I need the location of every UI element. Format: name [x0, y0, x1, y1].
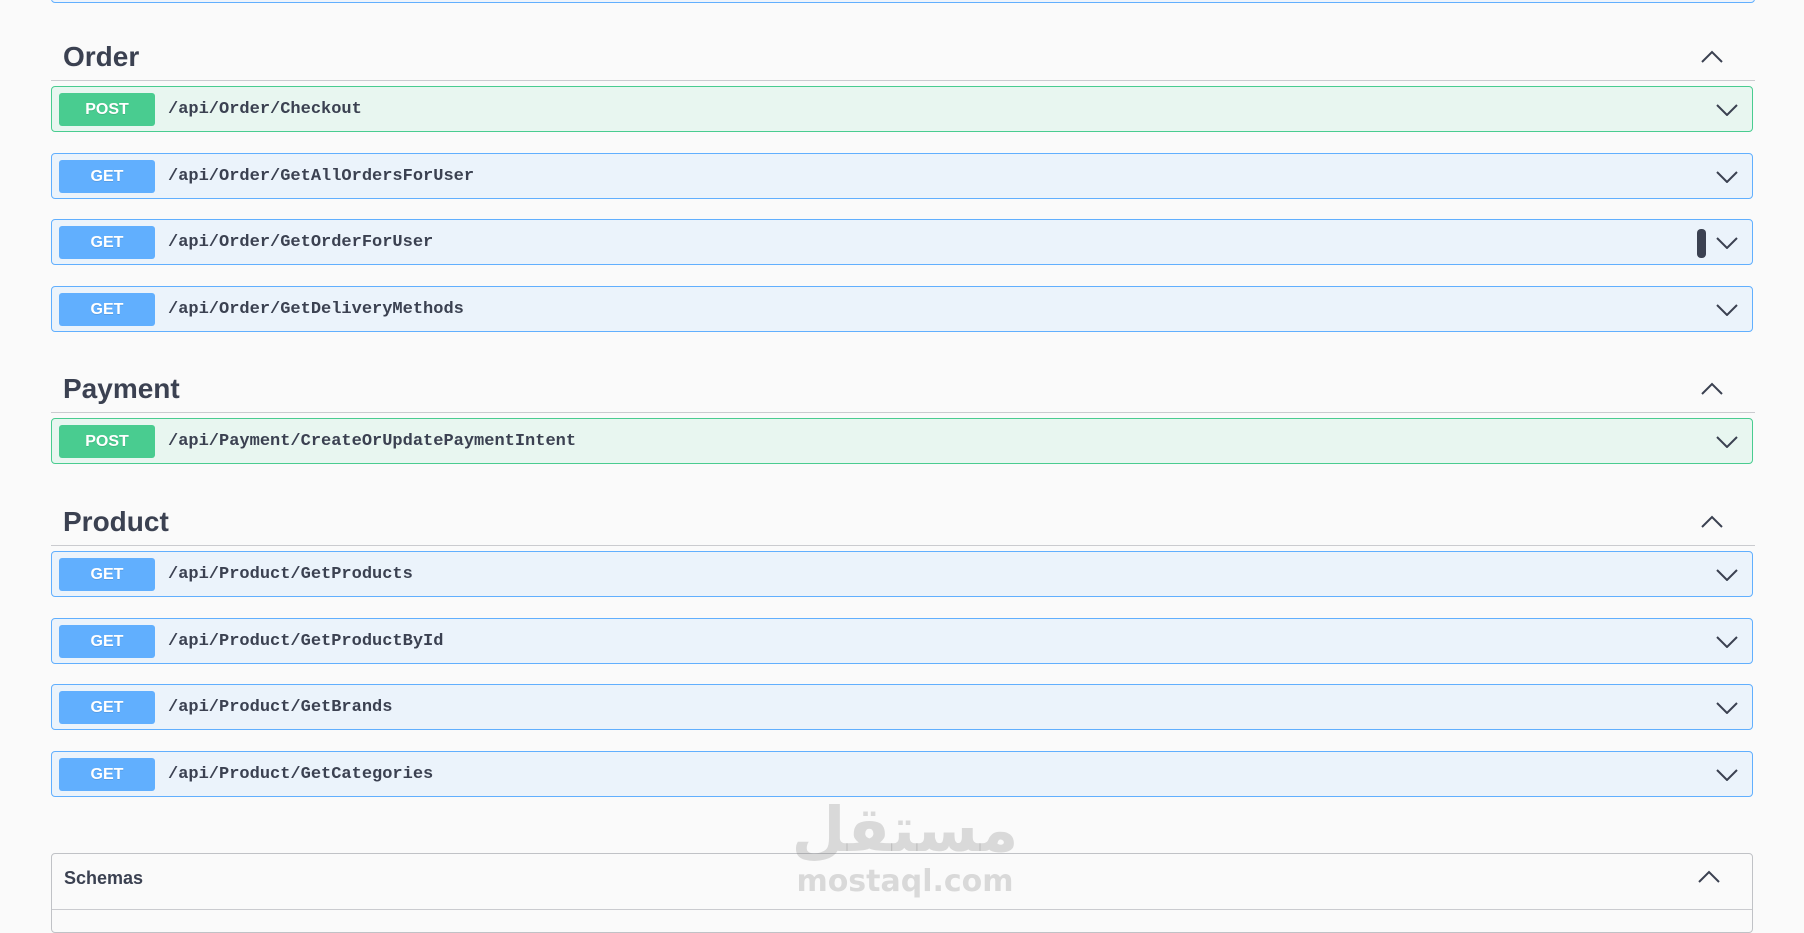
section-header-product[interactable]: Product	[51, 475, 1755, 546]
watermark-logo: مستقل mostaql.com	[790, 795, 1020, 899]
operation-get-product-by-id[interactable]: GET /api/Product/GetProductById	[51, 618, 1753, 664]
section-header-payment[interactable]: Payment	[51, 342, 1755, 413]
method-badge: POST	[59, 425, 155, 458]
method-badge: GET	[59, 758, 155, 791]
operation-path: /api/Payment/CreateOrUpdatePaymentIntent	[168, 432, 577, 451]
chevron-down-icon[interactable]	[1714, 695, 1740, 721]
chevron-down-icon[interactable]	[1714, 297, 1740, 323]
operation-path: /api/Product/GetCategories	[168, 765, 434, 784]
operation-path: /api/Order/Checkout	[168, 100, 362, 119]
previous-section-edge	[51, 0, 1755, 3]
schemas-title[interactable]: Schemas	[64, 868, 143, 889]
chevron-up-icon[interactable]	[1699, 509, 1725, 535]
operation-path: /api/Order/GetOrderForUser	[168, 233, 434, 252]
operation-path: /api/Order/GetDeliveryMethods	[168, 300, 464, 319]
chevron-up-icon[interactable]	[1699, 44, 1725, 70]
section-title: Order	[63, 41, 140, 72]
divider	[52, 909, 1752, 910]
chevron-down-icon[interactable]	[1714, 762, 1740, 788]
chevron-down-icon[interactable]	[1714, 429, 1740, 455]
operation-get-brands[interactable]: GET /api/Product/GetBrands	[51, 684, 1753, 730]
chevron-up-icon[interactable]	[1699, 376, 1725, 402]
operation-path: /api/Product/GetProductById	[168, 632, 444, 651]
watermark-arabic: مستقل	[791, 793, 1019, 866]
method-badge: GET	[59, 293, 155, 326]
operation-post-payment-intent[interactable]: POST /api/Payment/CreateOrUpdatePaymentI…	[51, 418, 1753, 464]
method-badge: GET	[59, 625, 155, 658]
section-title: Product	[63, 506, 169, 537]
method-badge: GET	[59, 691, 155, 724]
method-badge: GET	[59, 160, 155, 193]
operation-get-order-for-user[interactable]: GET /api/Order/GetOrderForUser	[51, 219, 1753, 265]
lock-icon[interactable]	[1697, 229, 1706, 258]
chevron-down-icon[interactable]	[1714, 562, 1740, 588]
operation-post-order-checkout[interactable]: POST /api/Order/Checkout	[51, 86, 1753, 132]
chevron-down-icon[interactable]	[1714, 97, 1740, 123]
operation-path: /api/Product/GetBrands	[168, 698, 393, 717]
chevron-down-icon[interactable]	[1714, 629, 1740, 655]
section-title: Payment	[63, 373, 180, 404]
operation-get-categories[interactable]: GET /api/Product/GetCategories	[51, 751, 1753, 797]
chevron-up-icon[interactable]	[1696, 864, 1722, 890]
method-badge: GET	[59, 226, 155, 259]
chevron-down-icon[interactable]	[1714, 230, 1740, 256]
section-header-order[interactable]: Order	[51, 10, 1755, 81]
method-badge: GET	[59, 558, 155, 591]
operation-get-products[interactable]: GET /api/Product/GetProducts	[51, 551, 1753, 597]
chevron-down-icon[interactable]	[1714, 164, 1740, 190]
operation-get-delivery-methods[interactable]: GET /api/Order/GetDeliveryMethods	[51, 286, 1753, 332]
operation-get-all-orders-for-user[interactable]: GET /api/Order/GetAllOrdersForUser	[51, 153, 1753, 199]
operation-path: /api/Product/GetProducts	[168, 565, 413, 584]
operation-path: /api/Order/GetAllOrdersForUser	[168, 167, 475, 186]
watermark-latin: mostaql.com	[796, 864, 1014, 899]
method-badge: POST	[59, 93, 155, 126]
